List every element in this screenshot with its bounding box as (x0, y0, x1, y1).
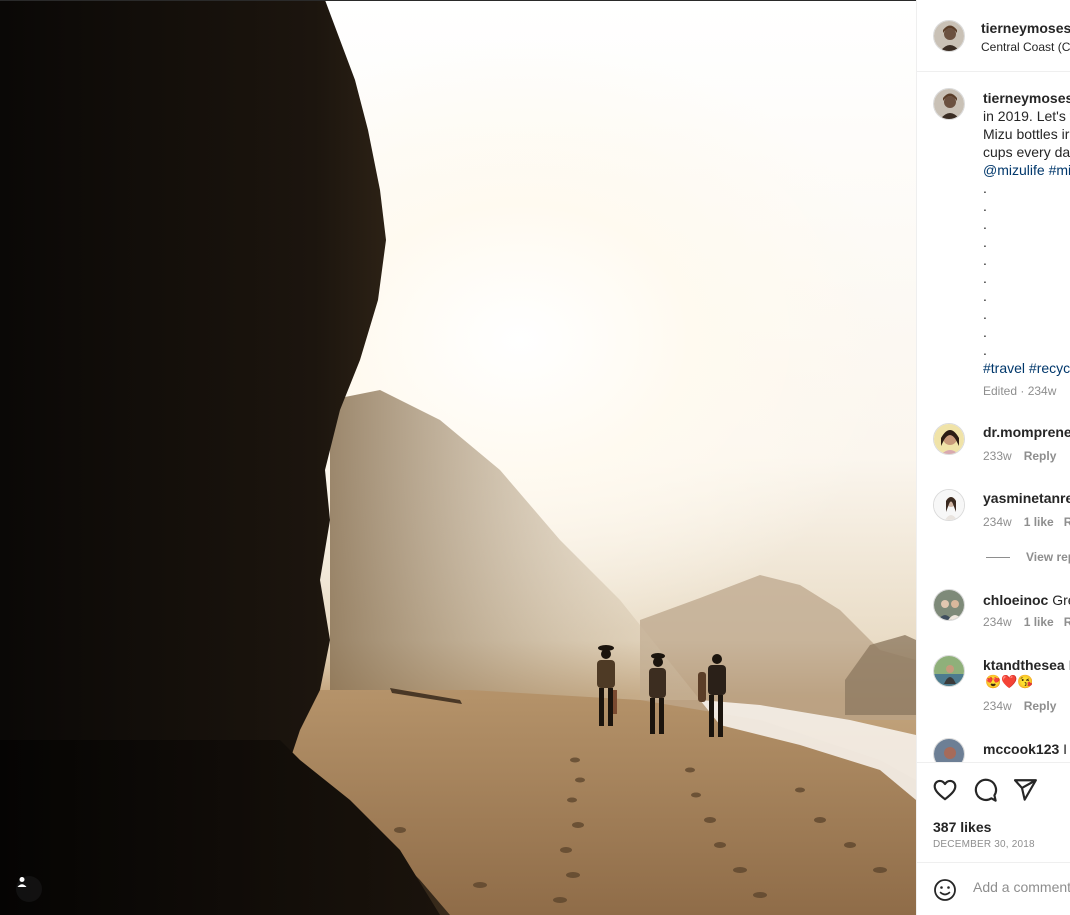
likes-count[interactable]: 387 likes (933, 819, 991, 835)
post-sidebar: tierneymoses Central Coast (Ca tierneymo… (916, 0, 1070, 915)
heart-icon[interactable] (932, 777, 958, 803)
view-replies-button[interactable]: View rep (986, 550, 1070, 564)
avatar[interactable] (933, 20, 965, 52)
caption-avatar[interactable] (933, 88, 965, 120)
caption-dot: . (983, 198, 987, 214)
comment-likes[interactable]: 1 like (1024, 615, 1054, 629)
post-date: DECEMBER 30, 2018 (933, 839, 1035, 850)
comment-username[interactable]: chloeinoc (983, 592, 1048, 608)
comment-avatar[interactable] (933, 589, 965, 621)
reply-button[interactable]: Reply (1024, 449, 1057, 463)
comment-avatar[interactable] (933, 489, 965, 521)
post-actions: 387 likes DECEMBER 30, 2018 (917, 762, 1070, 862)
hashtag-link[interactable]: #recycl (1029, 360, 1070, 376)
caption-dot: . (983, 288, 987, 304)
comment-time: 234w (983, 699, 1012, 713)
comment-line: chloeinoc Gre (983, 591, 1070, 609)
comment-username[interactable]: ktandthesea (983, 657, 1065, 673)
comment-meta: 234w 1 like Re (983, 615, 1070, 629)
comment-username[interactable]: yasminetanres (983, 490, 1070, 506)
comment-time: 234w (983, 515, 1012, 529)
profile-picture (934, 590, 964, 620)
caption-dot: . (983, 306, 987, 322)
caption-line: @mizulife #mi (983, 161, 1070, 179)
caption-hashtags: #travel #recycl (983, 359, 1070, 377)
comment-text: I l (1063, 741, 1070, 757)
comment-meta: 234w 1 like Re (983, 515, 1070, 529)
hashtag-link[interactable]: #travel (983, 360, 1025, 376)
reply-button[interactable]: Re (1064, 515, 1070, 529)
caption-dot: . (983, 342, 987, 358)
comment-time: 233w (983, 449, 1012, 463)
reply-button[interactable]: Re (1064, 615, 1070, 629)
user-tag-button[interactable] (16, 876, 42, 902)
comment-avatar[interactable] (933, 655, 965, 687)
comment-line: ktandthesea B (983, 656, 1070, 674)
profile-picture (934, 656, 964, 686)
caption-dot: . (983, 252, 987, 268)
comment-text: Gre (1052, 592, 1070, 608)
emoji-icon[interactable] (933, 878, 957, 902)
post-author-username[interactable]: tierneymoses (981, 20, 1070, 36)
replies-divider (986, 557, 1010, 559)
share-icon[interactable] (1012, 777, 1038, 803)
profile-picture (934, 424, 964, 454)
caption-dot: . (983, 324, 987, 340)
comment-time: 234w (983, 615, 1012, 629)
comment-icon[interactable] (972, 777, 998, 803)
comment-meta: 233w Reply (983, 449, 1056, 463)
hashtag-link[interactable]: #mi (1049, 162, 1070, 178)
beach-scene (0, 0, 916, 915)
add-comment-input[interactable] (973, 879, 1070, 895)
comment-line: mccook123 I l (983, 740, 1070, 758)
comment-meta: 234w Reply (983, 699, 1056, 713)
caption-dot: . (983, 216, 987, 232)
comment-username[interactable]: dr.mompreneu (983, 424, 1070, 440)
caption-edited-time: Edited · 234w (983, 384, 1057, 398)
profile-picture (934, 490, 964, 520)
post-header: tierneymoses Central Coast (Ca (917, 0, 1070, 72)
caption-username[interactable]: tierneymoses (983, 90, 1070, 106)
comment-avatar[interactable] (933, 423, 965, 455)
person-icon (17, 877, 27, 887)
caption-line: Mizu bottles ir (983, 126, 1070, 142)
caption-line: in 2019. Let's t (983, 108, 1070, 124)
post-location[interactable]: Central Coast (Ca (981, 40, 1070, 54)
profile-picture (934, 89, 964, 119)
top-border (0, 0, 916, 1)
profile-picture (934, 21, 964, 51)
comment-emojis: 😍❤️😘 (985, 674, 1034, 689)
caption-dot: . (983, 180, 987, 196)
reply-button[interactable]: Reply (1024, 699, 1057, 713)
post-photo[interactable] (0, 0, 916, 915)
caption-dot: . (983, 234, 987, 250)
caption-dot: . (983, 270, 987, 286)
caption-line: cups every day (983, 144, 1070, 160)
comment-username[interactable]: mccook123 (983, 741, 1059, 757)
view-replies-label: View rep (1026, 550, 1070, 564)
add-comment-bar (917, 862, 1070, 915)
comment-likes[interactable]: 1 like (1024, 515, 1054, 529)
mention-link[interactable]: @mizulife (983, 162, 1045, 178)
